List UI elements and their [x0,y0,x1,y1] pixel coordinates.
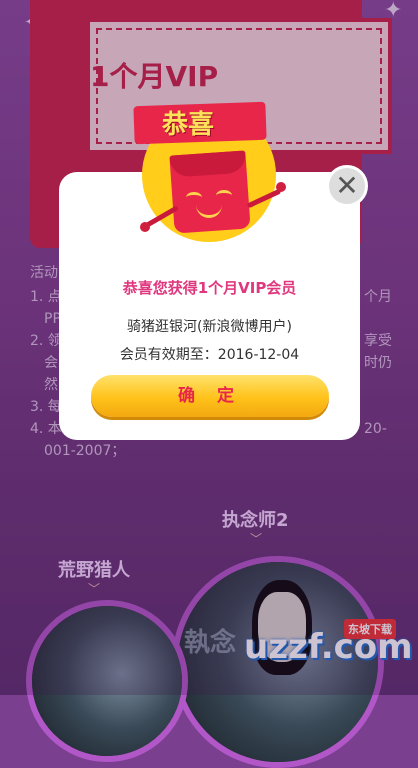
envelope-eye-icon [186,192,202,203]
congrats-ribbon-label: 恭喜 [162,110,215,140]
envelope-hand-right [276,182,286,192]
envelope-hand-left [140,222,150,232]
envelope-eye-icon [216,190,232,201]
modal-username: 骑猪逛银河(新浪微博用户) [127,319,292,335]
modal-title: 恭喜您获得1个月VIP会员 [122,279,297,297]
confirm-button[interactable]: 确 定 [91,375,329,417]
modal-expiry: 会员有效期至：2016-12-04 [119,347,300,363]
red-envelope-icon [169,150,251,234]
close-button[interactable]: ✕ [326,165,368,207]
